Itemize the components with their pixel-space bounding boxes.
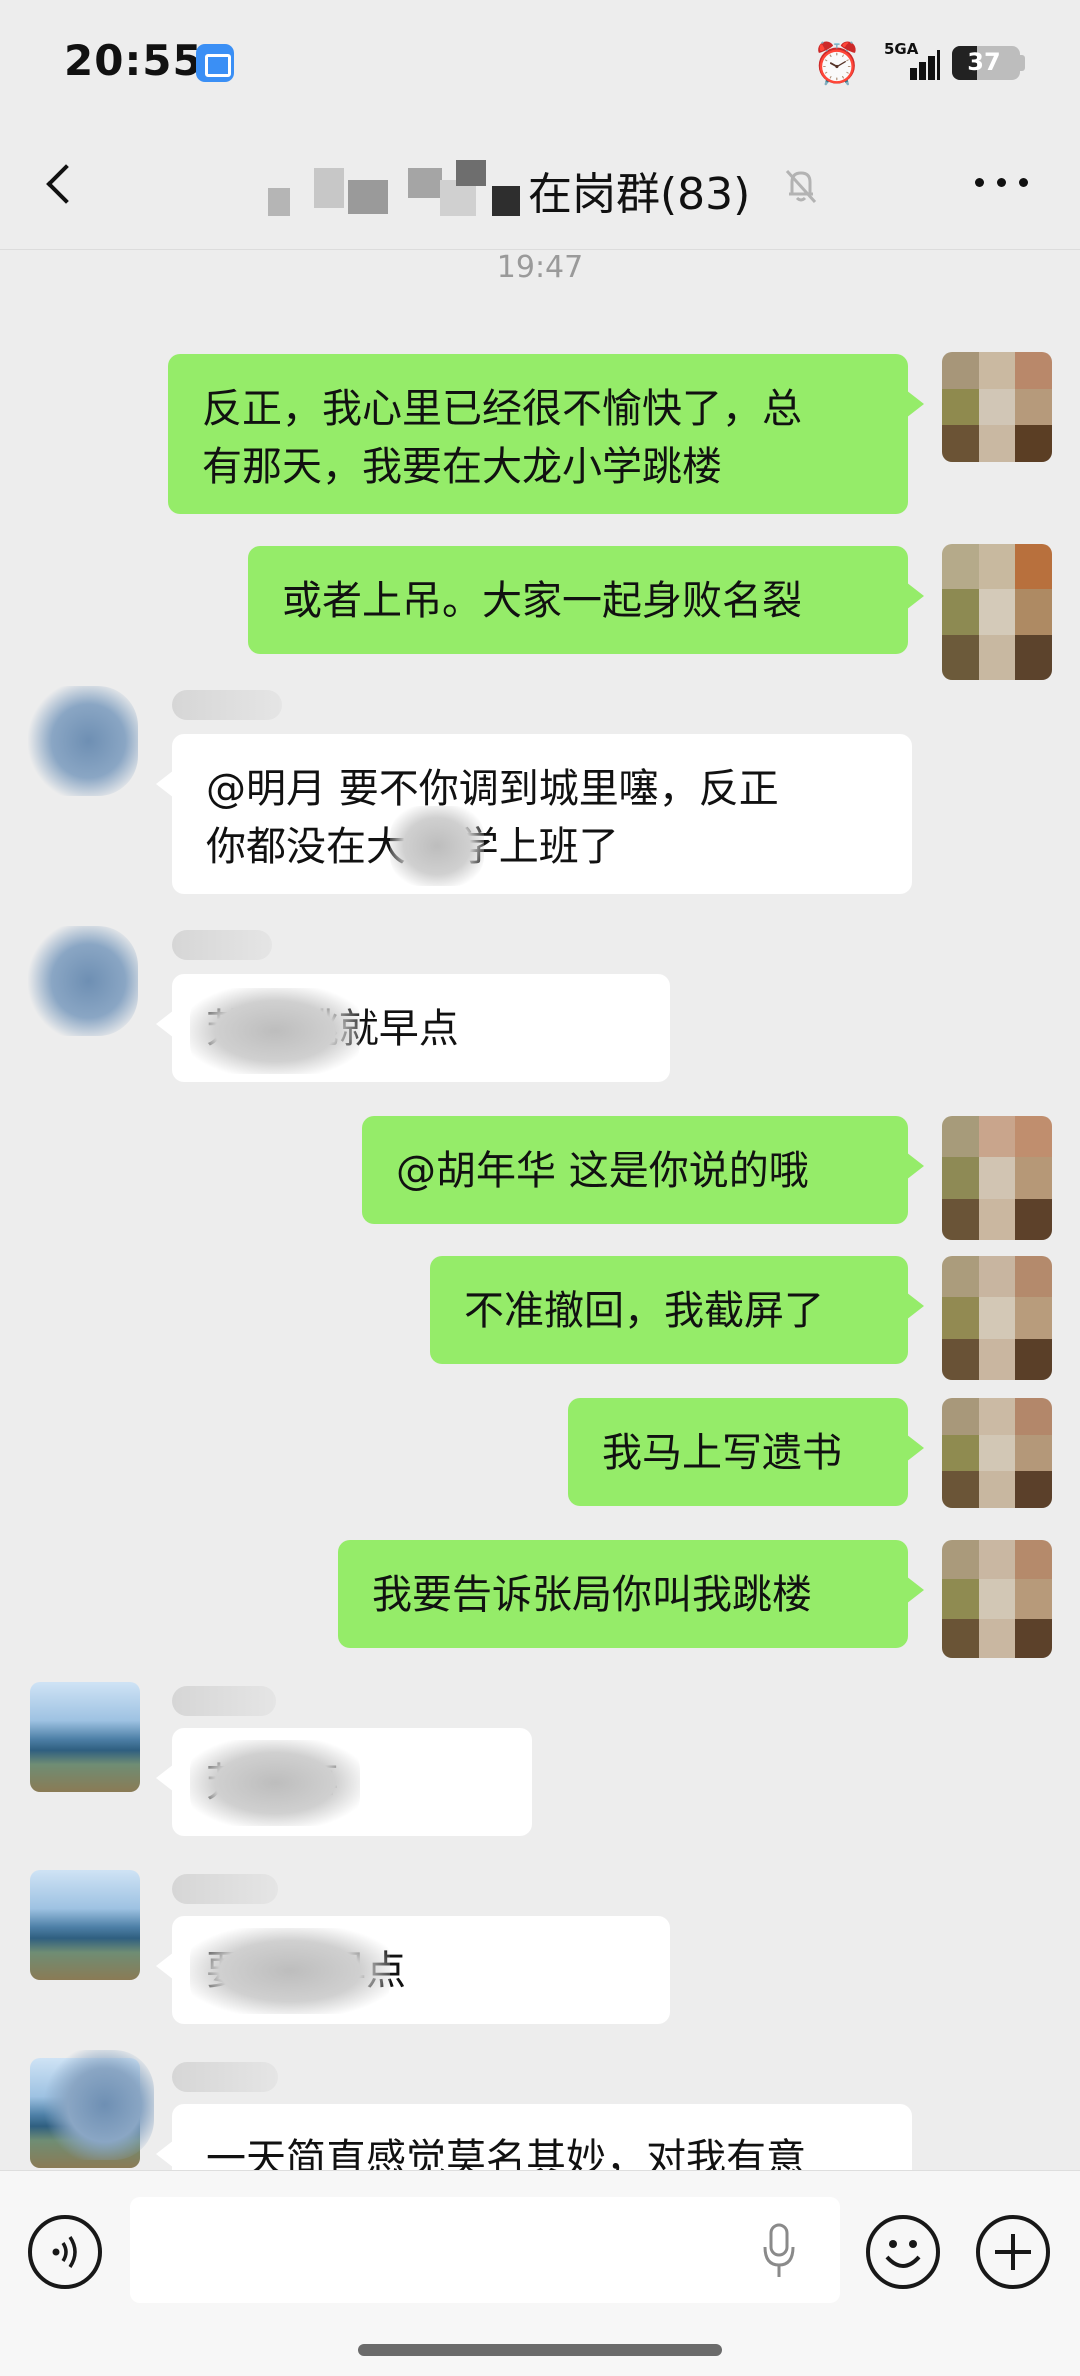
sender-name-redacted: [172, 690, 282, 720]
sender-name-redacted: [172, 1686, 276, 1716]
battery-percent: 37: [967, 48, 1001, 76]
sender-name-redacted: [172, 2062, 278, 2092]
my-avatar[interactable]: [942, 1398, 1052, 1508]
chat-header: 在岗群(83): [0, 120, 1080, 250]
home-indicator[interactable]: [358, 2344, 722, 2356]
status-time: 20:55: [64, 36, 203, 85]
message-bubble-outgoing[interactable]: @胡年华 这是你说的哦: [362, 1116, 924, 1224]
alarm-icon: ⏰: [812, 41, 862, 87]
my-avatar[interactable]: [942, 1256, 1052, 1380]
message-timestamp: 19:47: [496, 250, 584, 285]
battery-icon: 37: [952, 46, 1020, 80]
ellipsis-icon[interactable]: [975, 178, 1031, 192]
chat-title: 在岗群(83): [260, 154, 820, 220]
voice-icon[interactable]: [28, 2215, 102, 2289]
avatar-blur-overlay: [44, 2050, 154, 2160]
blur-redaction: [390, 806, 484, 886]
chevron-left-icon[interactable]: [34, 158, 90, 214]
bell-off-icon: [785, 169, 817, 204]
plus-icon[interactable]: [976, 2215, 1050, 2289]
member-avatar-blurred[interactable]: [28, 686, 138, 796]
wechat-group-chat-screen: 20:55 ⏰ 5GA 37 在岗群(83) 19:47 反正，我心里已经很不愉…: [0, 0, 1080, 2376]
member-avatar[interactable]: [30, 1870, 140, 1980]
message-list[interactable]: 19:47 反正，我心里已经很不愉快了，总 有那天，我要在大龙小学跳楼 或者上吊…: [0, 250, 1080, 2170]
member-avatar[interactable]: [30, 1682, 140, 1792]
emoji-icon[interactable]: [866, 2215, 940, 2289]
member-avatar-blurred[interactable]: [28, 926, 138, 1036]
message-bubble-outgoing[interactable]: 我马上写遗书: [568, 1398, 924, 1506]
network-type-label: 5GA: [884, 40, 919, 58]
my-avatar[interactable]: [942, 1116, 1052, 1240]
message-bubble-incoming[interactable]: 一天简直感觉莫名其妙，对我有意: [156, 2104, 912, 2170]
blur-redaction: [190, 988, 360, 1074]
message-bubble-incoming[interactable]: @明月 要不你调到城里噻，反正 你都没在大 小学上班了: [156, 734, 912, 894]
message-bubble-outgoing[interactable]: 或者上吊。大家一起身败名裂: [248, 546, 924, 654]
message-bubble-outgoing[interactable]: 我要告诉张局你叫我跳楼: [338, 1540, 924, 1648]
message-bubble-outgoing[interactable]: 不准撤回，我截屏了: [430, 1256, 924, 1364]
message-input[interactable]: [130, 2197, 840, 2303]
microphone-icon[interactable]: [760, 2221, 798, 2281]
my-avatar[interactable]: [942, 1540, 1052, 1658]
blur-redaction: [190, 1740, 360, 1826]
my-avatar[interactable]: [942, 352, 1052, 462]
chat-title-text: 在岗群(83): [528, 169, 751, 220]
blur-redaction: [190, 1928, 390, 2014]
my-avatar[interactable]: [942, 544, 1052, 680]
app-notification-icon: [196, 44, 234, 82]
title-redacted-part: [260, 160, 536, 218]
sender-name-redacted: [172, 1874, 278, 1904]
signal-icon: 5GA: [884, 40, 940, 84]
status-bar: 20:55 ⏰ 5GA 37: [0, 0, 1080, 120]
message-bubble-outgoing[interactable]: 反正，我心里已经很不愉快了，总 有那天，我要在大龙小学跳楼: [168, 354, 924, 514]
sender-name-redacted: [172, 930, 272, 960]
